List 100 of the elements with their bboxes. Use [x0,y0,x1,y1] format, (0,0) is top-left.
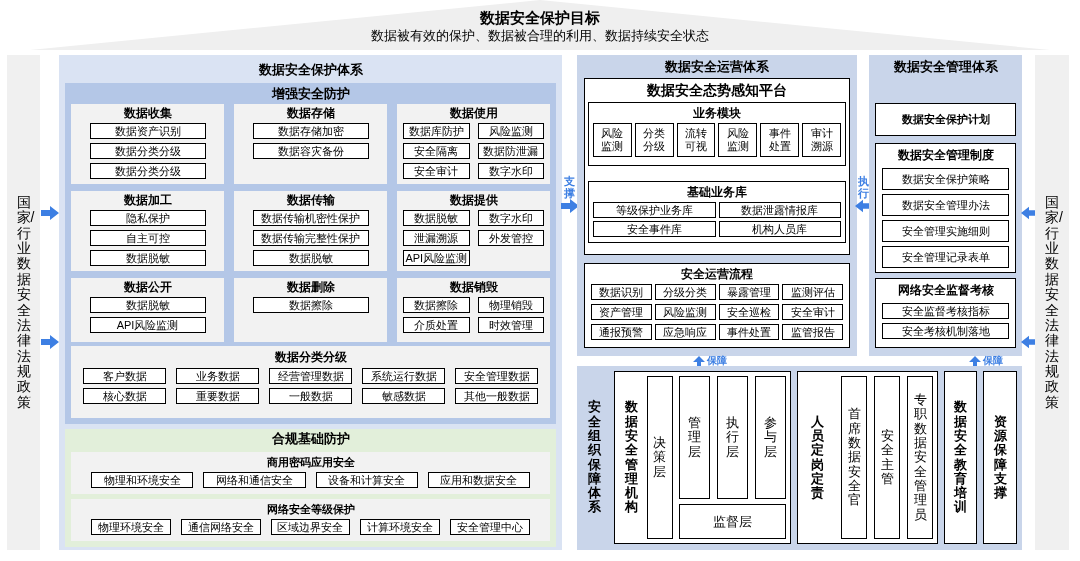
card-title: 安全运营流程 [680,266,754,283]
capability-item: 风险监测 [477,123,544,139]
layer-item: 监督层 [678,504,787,539]
stage-title: 数据使用 [448,105,499,122]
capability-item: 数据泄露情报库 [718,202,841,218]
module-item: 审计溯源 [802,123,841,157]
capability-item: 数据容灾备份 [252,143,369,159]
policy-item: 安全管理记录表单 [882,246,1009,268]
capability-item: 风险监测 [654,304,716,320]
capability-item: 安全巡检 [718,304,780,320]
module-item: 事件处置 [760,123,800,157]
card-title: 网络安全监督考核 [896,282,995,299]
capability-item: 数据资产识别 [89,123,206,139]
capability-item: 核心数据 [83,388,166,404]
capability-item: 数据脱敏 [252,250,369,266]
capability-item: 时效管理 [477,317,544,333]
capability-item: 数据脱敏 [89,250,206,266]
capability-item: 安全考核机制落地 [882,323,1009,339]
role-label: 安全主管 [880,428,894,487]
capability-item: 业务数据 [176,368,259,384]
panel-title: 数据安全运营体系 [664,58,770,76]
capability-item: 物理和环境安全 [91,472,194,488]
capability-item: 安全事件库 [593,221,716,237]
capability-item: 资产管理 [591,304,652,320]
capability-item: 安全管理数据 [455,368,538,384]
capability-item: 分级分类 [654,284,716,300]
capability-item: 数据识别 [591,284,652,300]
left-arrow-icon [1020,206,1037,220]
capability-item: 介质处置 [403,317,470,333]
institution-title: 数据安全管理机构 [625,400,639,515]
capability-item: 机构人员库 [718,221,841,237]
resources-label: 资源保障支撑 [993,414,1007,501]
role-label: 专职数据安全管理员 [913,393,927,522]
capability-item: 数据擦除 [403,297,470,313]
capability-item: 数据传输完整性保护 [252,230,369,246]
capability-item: 监管报告 [782,324,843,340]
capability-item: 物理销毁 [477,297,544,313]
capability-item: 安全审计 [782,304,843,320]
capability-item: 重要数据 [176,388,259,404]
capability-item: 物理环境安全 [91,519,171,535]
capability-item: 安全审计 [403,163,470,179]
capability-item: 暴露管理 [718,284,780,300]
stage-title: 数据销毁 [448,279,499,296]
connector-label: 执行 [857,175,869,200]
capability-item: 应急响应 [654,324,716,340]
module-item: 风险监测 [718,123,758,157]
section-title: 合规基础防护 [270,430,351,447]
policy-item: 数据安全管理办法 [882,194,1009,216]
card-title: 业务模块 [692,105,742,122]
capability-item: 自主可控 [89,230,206,246]
capability-item: 网络和通信安全 [203,472,306,488]
capability-item: 数据存储加密 [252,123,369,139]
capability-item: 通报预警 [591,324,652,340]
stage-title: 数据收集 [122,105,173,122]
stage-title: 数据分类分级 [273,349,348,366]
roles-title: 人员定岗定责 [810,414,824,501]
policy-item: 安全管理实施细则 [882,220,1009,242]
left-arrow-icon [855,199,871,214]
capability-item: API风险监测 [403,250,470,266]
capability-item: 客户数据 [83,368,166,384]
right-arrow-icon [40,206,59,220]
capability-item: 其他一般数据 [455,388,538,404]
capability-item: 安全监督考核指标 [882,303,1009,319]
capability-item: 安全隔离 [403,143,470,159]
capability-item: 监测评估 [782,284,843,300]
stage-title: 网络安全等级保护 [265,502,356,517]
connector-label: 保障 [983,356,1003,366]
capability-item: 设备和计算安全 [315,472,418,488]
capability-item: 一般数据 [269,388,352,404]
capability-item: 数字水印 [477,163,544,179]
capability-item: 数据防泄漏 [477,143,544,159]
role-label: 首席数据安全官 [847,407,861,508]
capability-item: 数据分类分级 [89,163,206,179]
capability-item: 敏感数据 [362,388,445,404]
module-item: 分类分级 [634,123,674,157]
module-item: 流转可视 [676,123,716,157]
left-arrow-icon [1020,335,1037,349]
panel-title: 数据安全保护体系 [257,61,364,79]
capability-item: 应用和数据安全 [427,472,530,488]
layer-label: 执行层 [726,416,740,459]
layer-label: 参与层 [764,416,778,459]
stage-title: 数据存储 [285,105,336,122]
capability-item: 数据擦除 [252,297,369,313]
connector-label: 保障 [707,356,727,366]
capability-item: 数据脱敏 [403,210,470,226]
capability-item: 数据库防护 [403,123,470,139]
layer-label: 管理层 [687,416,701,459]
stage-title: 数据传输 [285,192,336,209]
module-item: 风险监测 [593,123,632,157]
connector-label: 支撑 [564,175,575,200]
layer-label: 决策层 [653,436,667,479]
card-title: 基础业务库 [686,184,748,201]
capability-item: 系统运行数据 [362,368,445,384]
card-title: 数据安全管理制度 [896,147,995,164]
right-arrow-icon [40,335,59,349]
capability-item: API风险监测 [89,317,206,333]
capability-item: 泄漏溯源 [403,230,470,246]
capability-item: 数字水印 [477,210,544,226]
stage-title: 商用密码应用安全 [265,455,356,470]
card-title: 数据安全态势感知平台 [646,81,788,100]
